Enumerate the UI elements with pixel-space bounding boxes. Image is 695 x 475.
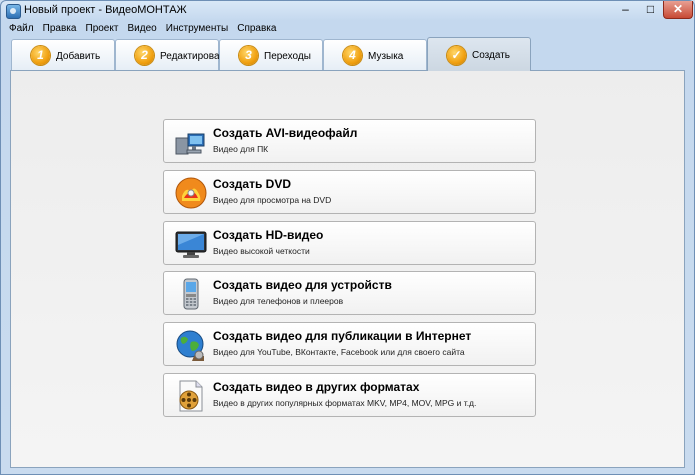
option-subtitle: Видео для ПК <box>213 144 269 154</box>
tab-label: Музыка <box>368 51 404 62</box>
tab-transitions[interactable]: 3 Переходы <box>219 39 323 70</box>
menu-file[interactable]: Файл <box>9 23 34 34</box>
option-title: Создать видео для публикации в Интернет <box>213 329 472 343</box>
menu-tools[interactable]: Инструменты <box>166 23 228 34</box>
option-subtitle: Видео для просмотра на DVD <box>213 195 332 205</box>
menu-video[interactable]: Видео <box>128 23 157 34</box>
window-title: Новый проект - ВидеоМОНТАЖ <box>24 4 187 16</box>
globe-icon <box>176 330 204 361</box>
avi-file-icon <box>175 133 205 155</box>
option-title: Создать AVI-видеофайл <box>213 126 358 140</box>
app-logo-icon <box>6 4 21 19</box>
close-button[interactable]: ✕ <box>663 1 693 19</box>
create-other-formats-button[interactable]: Создать видео в других форматах Видео в … <box>163 373 536 417</box>
film-reel-icon <box>179 380 203 412</box>
tab-music[interactable]: 4 Музыка <box>323 39 427 70</box>
tab-create[interactable]: ✓ Создать <box>427 37 531 71</box>
tab-label: Добавить <box>56 51 101 62</box>
option-title: Создать видео в других форматах <box>213 380 420 394</box>
app-window: Новый проект - ВидеоМОНТАЖ – □ ✕ Файл Пр… <box>0 0 695 475</box>
create-device-video-button[interactable]: Создать видео для устройств Видео для те… <box>163 271 536 315</box>
menu-help[interactable]: Справка <box>237 23 276 34</box>
option-title: Создать видео для устройств <box>213 278 392 292</box>
tab-edit[interactable]: 2 Редактировать <box>115 39 229 70</box>
mobile-phone-icon <box>183 278 199 310</box>
hd-monitor-icon <box>175 231 207 258</box>
create-avi-button[interactable]: Создать AVI-видеофайл Видео для ПК <box>163 119 536 163</box>
option-subtitle: Видео в других популярных форматах MKV, … <box>213 398 477 408</box>
menu-project[interactable]: Проект <box>86 23 119 34</box>
option-subtitle: Видео для телефонов и плееров <box>213 296 344 306</box>
option-title: Создать HD-видео <box>213 228 324 242</box>
tab-label: Создать <box>472 50 511 61</box>
minimize-button[interactable]: – <box>613 1 638 18</box>
tab-label: Переходы <box>264 51 311 62</box>
step-tabs: 1 Добавить 2 Редактировать 3 Переходы 4 … <box>11 37 691 71</box>
checkmark-icon: ✓ <box>447 46 466 65</box>
create-internet-video-button[interactable]: Создать видео для публикации в Интернет … <box>163 322 536 366</box>
dvd-disc-icon <box>175 177 207 209</box>
menu-bar: Файл Правка Проект Видео Инструменты Спр… <box>9 22 282 36</box>
menu-edit[interactable]: Правка <box>43 23 77 34</box>
create-dvd-button[interactable]: Создать DVD Видео для просмотра на DVD <box>163 170 536 214</box>
create-panel: Создать AVI-видеофайл Видео для ПК Созда… <box>10 70 685 468</box>
step-number-badge: 2 <box>135 46 154 65</box>
maximize-button[interactable]: □ <box>638 1 663 18</box>
title-bar: Новый проект - ВидеоМОНТАЖ – □ ✕ <box>1 1 694 21</box>
option-title: Создать DVD <box>213 177 292 191</box>
tab-add[interactable]: 1 Добавить <box>11 39 115 70</box>
option-subtitle: Видео для YouTube, ВКонтакте, Facebook и… <box>213 347 465 357</box>
step-number-badge: 3 <box>239 46 258 65</box>
option-subtitle: Видео высокой четкости <box>213 246 310 256</box>
step-number-badge: 1 <box>31 46 50 65</box>
create-hd-button[interactable]: Создать HD-видео Видео высокой четкости <box>163 221 536 265</box>
step-number-badge: 4 <box>343 46 362 65</box>
